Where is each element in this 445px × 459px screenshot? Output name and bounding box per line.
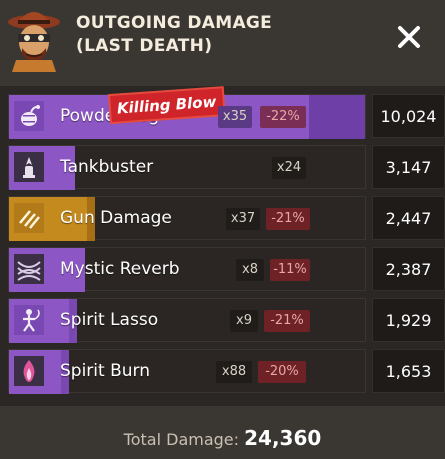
damage-value: 2,447 bbox=[372, 196, 445, 240]
damage-reduction: -20% bbox=[258, 361, 306, 383]
damage-value: 1,929 bbox=[372, 298, 445, 342]
damage-reduction: -21% bbox=[266, 208, 310, 230]
panel-footer: Total Damage: 24,360 bbox=[0, 406, 445, 459]
gun-damage-icon bbox=[14, 203, 44, 233]
hit-count: x88 bbox=[216, 361, 252, 383]
powder-keg-icon bbox=[14, 101, 44, 131]
damage-reduction: -22% bbox=[260, 106, 306, 128]
ability-name: Spirit Lasso bbox=[60, 310, 159, 330]
damage-reduction: -21% bbox=[264, 310, 310, 332]
close-icon bbox=[398, 26, 420, 48]
total-damage-label: Total Damage: bbox=[123, 430, 240, 449]
hit-count: x24 bbox=[272, 157, 306, 179]
spirit-lasso-icon bbox=[14, 305, 44, 335]
mystic-reverb-icon bbox=[14, 254, 44, 284]
hit-count: x8 bbox=[236, 259, 264, 281]
list-item[interactable]: Gun Damage x37 -21% 2,447 bbox=[8, 196, 445, 241]
list-item[interactable]: Mystic Reverb x8 -11% 2,387 bbox=[8, 247, 445, 292]
list-item[interactable]: Spirit Burn x88 -20% 1,653 bbox=[8, 349, 445, 394]
ability-name: Tankbuster bbox=[60, 157, 154, 177]
tankbuster-icon bbox=[14, 152, 44, 182]
list-item[interactable]: Tankbuster x24 3,147 bbox=[8, 145, 445, 190]
damage-list: Powder Keg Killing Blow x35 -22% 10,024 … bbox=[0, 86, 445, 406]
list-item[interactable]: Powder Keg Killing Blow x35 -22% 10,024 bbox=[8, 88, 445, 139]
hit-count: x35 bbox=[218, 106, 252, 128]
damage-reduction: -11% bbox=[270, 259, 310, 281]
hit-count: x9 bbox=[230, 310, 258, 332]
panel-title: OUTGOING DAMAGE (LAST DEATH) bbox=[76, 12, 376, 58]
title-line-1: OUTGOING DAMAGE bbox=[76, 13, 273, 33]
hero-avatar-icon bbox=[8, 12, 60, 72]
damage-value: 3,147 bbox=[372, 145, 445, 189]
damage-value: 10,024 bbox=[372, 94, 445, 138]
total-damage-value: 24,360 bbox=[244, 426, 322, 450]
damage-value: 1,653 bbox=[372, 349, 445, 393]
title-line-2: (LAST DEATH) bbox=[76, 36, 213, 56]
list-item[interactable]: Spirit Lasso x9 -21% 1,929 bbox=[8, 298, 445, 343]
damage-value: 2,387 bbox=[372, 247, 445, 291]
ability-name: Gun Damage bbox=[60, 208, 172, 228]
spirit-burn-icon bbox=[14, 356, 44, 386]
close-button[interactable] bbox=[392, 20, 426, 54]
panel-header: OUTGOING DAMAGE (LAST DEATH) bbox=[0, 0, 445, 86]
ability-name: Spirit Burn bbox=[60, 361, 150, 381]
ability-name: Mystic Reverb bbox=[60, 259, 180, 279]
hit-count: x37 bbox=[226, 208, 260, 230]
